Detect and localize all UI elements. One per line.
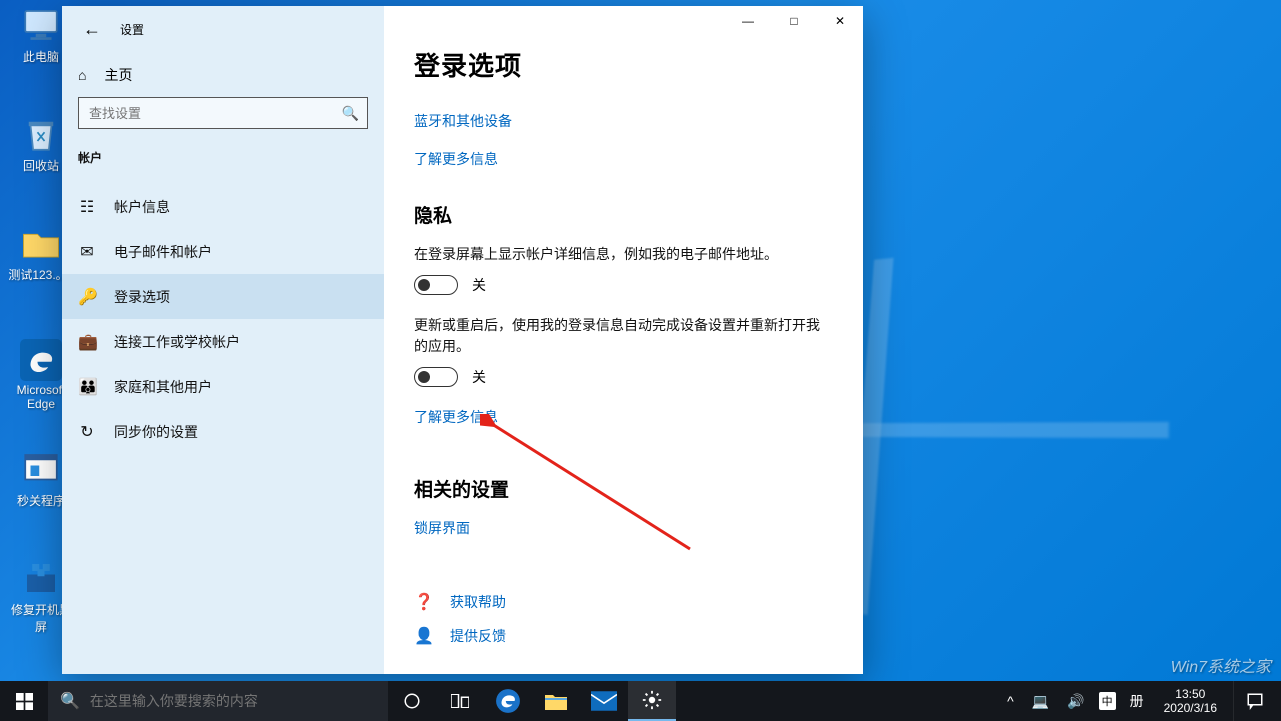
nav-label: 帐户信息	[114, 197, 170, 217]
system-tray: ^ 💻 🔊 中 册 13:50 2020/3/16	[1003, 681, 1281, 721]
back-button[interactable]: ←	[72, 6, 112, 52]
minimize-button[interactable]: —	[725, 6, 771, 36]
taskbar-search-input[interactable]	[90, 693, 376, 709]
start-button[interactable]	[0, 681, 48, 721]
feedback-link: 提供反馈	[450, 626, 506, 646]
volume-icon[interactable]: 🔊	[1063, 693, 1088, 710]
person-icon: ☷	[78, 197, 96, 217]
window-controls: — □ ✕	[725, 6, 863, 36]
nav-family[interactable]: 👪 家庭和其他用户	[62, 364, 384, 409]
tray-chevron-icon[interactable]: ^	[1003, 693, 1018, 709]
taskbar: 🔍 ^ 💻 🔊 中 册 13:50 2020/3/16	[0, 681, 1281, 721]
watermark: Win7系统之家	[1171, 653, 1271, 677]
link-lockscreen[interactable]: 锁屏界面	[414, 518, 470, 538]
home-icon: ⌂	[78, 67, 86, 83]
nav-label: 同步你的设置	[114, 422, 198, 442]
nav-section-label: 帐户	[62, 143, 384, 170]
recycle-icon	[20, 113, 62, 155]
maximize-button[interactable]: □	[771, 6, 817, 36]
nav-label: 电子邮件和帐户	[114, 242, 212, 262]
ime-indicator-2[interactable]: 册	[1126, 691, 1148, 711]
clock-date: 2020/3/16	[1164, 701, 1217, 715]
nav-label: 家庭和其他用户	[114, 377, 212, 397]
toggle-row-1: 关	[414, 275, 833, 295]
nav-label: 登录选项	[114, 287, 170, 307]
settings-title: 设置	[120, 21, 144, 38]
search-icon: 🔍	[342, 105, 359, 122]
taskbar-search[interactable]: 🔍	[48, 681, 388, 721]
feedback-icon: 👤	[414, 626, 432, 646]
link-learn-more-1[interactable]: 了解更多信息	[414, 149, 833, 169]
search-wrap: 🔍	[62, 97, 384, 143]
explorer-taskbar-icon[interactable]	[532, 681, 580, 721]
privacy-heading: 隐私	[414, 201, 833, 228]
nav-sync[interactable]: ↻ 同步你的设置	[62, 409, 384, 454]
settings-taskbar-icon[interactable]	[628, 681, 676, 721]
toggle-show-account-details[interactable]	[414, 275, 458, 295]
key-icon: 🔑	[78, 287, 96, 307]
privacy-desc-1: 在登录屏幕上显示帐户详细信息，例如我的电子邮件地址。	[414, 244, 833, 265]
help-row[interactable]: ❓ 获取帮助	[414, 592, 833, 612]
help-link: 获取帮助	[450, 592, 506, 612]
close-button[interactable]: ✕	[817, 6, 863, 36]
settings-window: ← 设置 ⌂ 主页 🔍 帐户 ☷ 帐户信息 ✉ 电子邮件和帐户 🔑 登录选项 💼 连接工…	[62, 6, 863, 674]
page-heading: 登录选项	[414, 46, 833, 83]
home-nav[interactable]: ⌂ 主页	[62, 52, 384, 97]
tool-icon	[20, 557, 62, 599]
link-learn-more-2[interactable]: 了解更多信息	[414, 407, 833, 427]
privacy-desc-2: 更新或重启后，使用我的登录信息自动完成设备设置并重新打开我的应用。	[414, 315, 833, 357]
mail-taskbar-icon[interactable]	[580, 681, 628, 721]
network-icon[interactable]: 💻	[1028, 693, 1053, 710]
nav-account-info[interactable]: ☷ 帐户信息	[62, 184, 384, 229]
clock-time: 13:50	[1164, 687, 1217, 701]
mail-icon: ✉	[78, 242, 96, 262]
toggle-state-2: 关	[472, 367, 486, 387]
help-icon: ❓	[414, 592, 432, 612]
briefcase-icon: 💼	[78, 332, 96, 352]
nav-email[interactable]: ✉ 电子邮件和帐户	[62, 229, 384, 274]
toggle-row-2: 关	[414, 367, 833, 387]
settings-sidebar: ← 设置 ⌂ 主页 🔍 帐户 ☷ 帐户信息 ✉ 电子邮件和帐户 🔑 登录选项 💼 连接工…	[62, 6, 384, 674]
toggle-auto-finish-setup[interactable]	[414, 367, 458, 387]
family-icon: 👪	[78, 377, 96, 397]
search-input[interactable]	[79, 98, 367, 128]
link-bluetooth[interactable]: 蓝牙和其他设备	[414, 111, 833, 131]
search-box[interactable]: 🔍	[78, 97, 368, 129]
feedback-row[interactable]: 👤 提供反馈	[414, 626, 833, 646]
multitask-button[interactable]	[436, 681, 484, 721]
nav-label: 连接工作或学校帐户	[114, 332, 240, 352]
windows-logo-icon	[16, 693, 33, 710]
edge-taskbar-icon[interactable]	[484, 681, 532, 721]
nav-signin-options[interactable]: 🔑 登录选项	[62, 274, 384, 319]
sync-icon: ↻	[78, 422, 96, 442]
app-icon	[20, 448, 62, 490]
settings-content: — □ ✕ 登录选项 蓝牙和其他设备 了解更多信息 隐私 在登录屏幕上显示帐户详…	[384, 6, 863, 674]
settings-titlebar: ← 设置	[62, 6, 384, 52]
clock[interactable]: 13:50 2020/3/16	[1158, 687, 1223, 716]
ime-indicator-1[interactable]: 中	[1099, 692, 1116, 710]
pc-icon	[20, 4, 62, 46]
nav-work-school[interactable]: 💼 连接工作或学校帐户	[62, 319, 384, 364]
related-heading: 相关的设置	[414, 475, 833, 502]
search-icon: 🔍	[60, 691, 80, 711]
home-label: 主页	[104, 65, 132, 85]
task-view-button[interactable]	[388, 681, 436, 721]
folder-icon	[20, 222, 62, 264]
edge-icon	[20, 339, 62, 381]
toggle-state-1: 关	[472, 275, 486, 295]
action-center-button[interactable]	[1233, 681, 1275, 721]
